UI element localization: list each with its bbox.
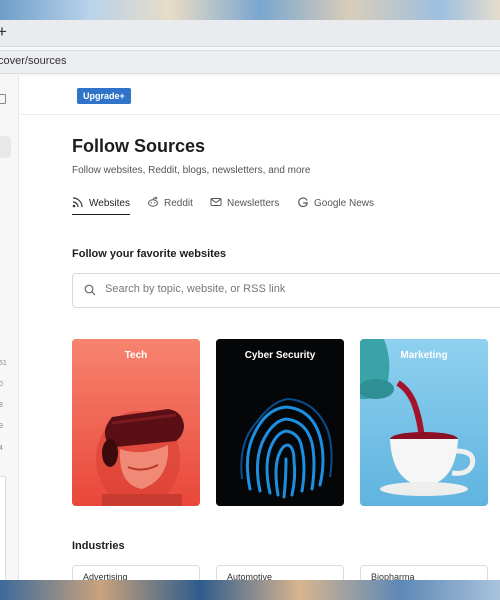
sidebar-count: 9 <box>0 423 3 430</box>
search-box <box>72 273 500 308</box>
tab-label: Websites <box>89 198 130 209</box>
section-title: Follow your favorite websites <box>72 248 227 260</box>
search-icon <box>84 284 96 296</box>
tab-strip: + <box>0 20 500 47</box>
reddit-icon <box>148 196 158 207</box>
topic-card-marketing[interactable]: Marketing <box>360 339 488 506</box>
sidebar-count: 8 <box>0 402 3 409</box>
main-content: Upgrade+ Follow Sources Follow websites,… <box>19 76 500 580</box>
desktop-wallpaper-bottom <box>0 580 500 600</box>
google-icon <box>298 197 309 208</box>
topic-card-label: Marketing <box>400 350 448 361</box>
topic-card-label: Tech <box>124 350 148 361</box>
topic-card-cyber-security[interactable]: Cyber Security <box>216 339 344 506</box>
rss-icon <box>72 197 83 208</box>
page-title: Follow Sources <box>72 136 206 156</box>
fingerprint-image <box>216 339 344 506</box>
top-bar: Upgrade+ <box>19 76 500 115</box>
tab-label: Newsletters <box>227 198 280 209</box>
industry-label: Biopharma <box>371 572 415 580</box>
topic-card-label: Cyber Security <box>244 350 316 361</box>
industry-label: Automotive <box>227 572 273 580</box>
tab-newsletters[interactable]: Newsletters <box>210 196 279 214</box>
sidebar-toggle-icon[interactable] <box>0 94 6 104</box>
page-subtitle: Follow websites, Reddit, blogs, newslett… <box>72 165 311 176</box>
browser-window: + cover/sources 51 0 8 9 4 Upgrade+ Foll… <box>0 20 500 580</box>
teacup-image <box>360 339 488 506</box>
tab-reddit[interactable]: Reddit <box>147 196 193 214</box>
vr-headset-image <box>72 339 200 506</box>
url-text[interactable]: cover/sources <box>0 55 66 67</box>
topic-card-tech[interactable]: Tech <box>72 339 200 506</box>
tab-websites[interactable]: Websites <box>72 196 130 215</box>
tab-google-news[interactable]: Google News <box>297 196 374 214</box>
industries-title: Industries <box>72 540 125 552</box>
left-sidebar: 51 0 8 9 4 <box>0 76 19 580</box>
sidebar-count: 4 <box>0 445 3 452</box>
industry-card[interactable]: Advertising <box>72 565 200 580</box>
search-input[interactable] <box>103 282 487 296</box>
tab-label: Reddit <box>164 198 193 209</box>
industry-card[interactable]: Biopharma <box>360 565 488 580</box>
desktop-wallpaper-top <box>0 0 500 20</box>
industry-card[interactable]: Automotive <box>216 565 344 580</box>
sidebar-count: 51 <box>0 360 7 367</box>
sidebar-active-item[interactable] <box>0 136 11 158</box>
sidebar-panel <box>0 476 6 580</box>
address-bar[interactable]: cover/sources <box>0 50 500 74</box>
new-tab-button[interactable]: + <box>0 22 7 42</box>
industry-label: Advertising <box>83 572 128 580</box>
mail-icon <box>210 198 222 206</box>
tab-label: Google News <box>314 198 375 209</box>
upgrade-button[interactable]: Upgrade+ <box>77 88 131 104</box>
sidebar-count: 0 <box>0 381 3 388</box>
